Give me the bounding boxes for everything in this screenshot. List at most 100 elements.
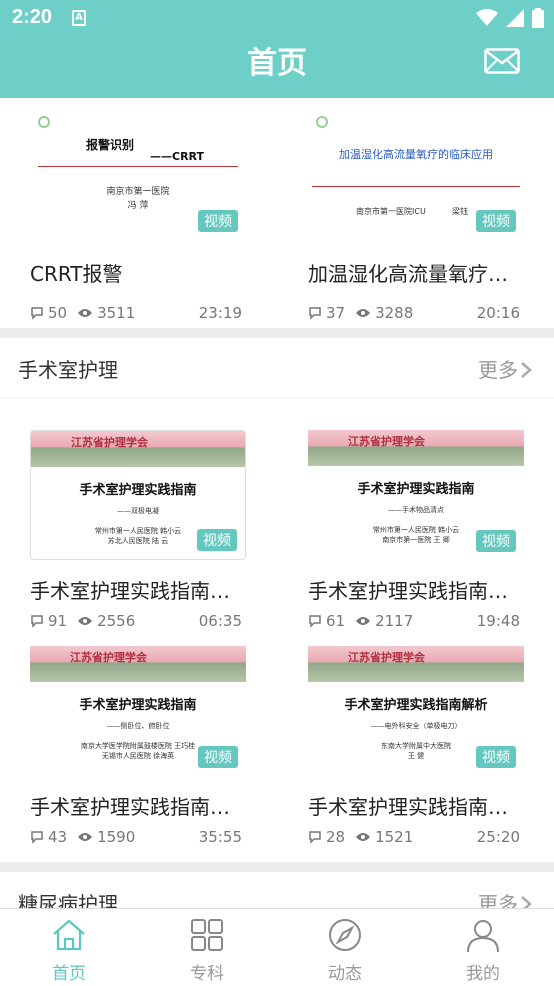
video-title: 手术室护理实践指南… <box>30 795 230 819</box>
status-bar: 2:20 A <box>0 0 554 38</box>
grid-icon <box>191 919 223 951</box>
video-title: CRRT报警 <box>30 262 123 286</box>
video-card[interactable]: 江苏省护理学会 手术室护理实践指南 ——手术物品清点 常州市第一人民医院 韩小云… <box>308 430 548 640</box>
video-duration: 25:20 <box>476 828 520 846</box>
tab-profile[interactable]: 我的 <box>414 909 552 986</box>
video-thumbnail: 江苏省护理学会 手术室护理实践指南解析 ——电外科安全（单极电刀） 东南大学附属… <box>308 646 524 776</box>
more-label: 更多 <box>478 358 518 382</box>
page-title: 首页 <box>247 46 307 81</box>
video-meta: 61 2117 19:48 <box>308 612 520 630</box>
app-notification-icon: A <box>72 10 86 26</box>
tab-label: 专科 <box>190 964 224 984</box>
comment-count: 91 <box>48 612 68 630</box>
status-time: 2:20 <box>12 6 53 28</box>
slide-subtitle: ——手术物品清点 <box>388 506 444 514</box>
bottom-tab-bar: 首页 专科 动态 我的 <box>0 908 554 985</box>
section-title: 糖尿病护理 <box>18 892 118 908</box>
video-card[interactable]: 江苏省护理学会 手术室护理实践指南 ——侧卧位、俯卧位 南京大学医学院附属鼓楼医… <box>30 646 270 856</box>
comment-icon <box>31 615 43 628</box>
section-divider <box>0 328 554 338</box>
system-icons <box>476 8 544 28</box>
video-tag: 视频 <box>197 529 237 551</box>
home-icon <box>53 919 85 951</box>
video-card[interactable]: 江苏省护理学会 手术室护理实践指南 ——双极电凝 常州市第一人民医院 韩小云 苏… <box>30 430 270 640</box>
slide-logo: 江苏省护理学会 <box>348 651 425 664</box>
comment-count: 50 <box>48 304 68 322</box>
slide-logo: 江苏省护理学会 <box>70 651 147 664</box>
view-count: 1590 <box>97 828 136 846</box>
eye-icon <box>78 833 93 841</box>
video-card[interactable]: 江苏省护理学会 手术室护理实践指南解析 ——电外科安全（单极电刀） 东南大学附属… <box>308 646 548 856</box>
tab-home[interactable]: 首页 <box>0 909 138 986</box>
video-meta: 91 2556 06:35 <box>30 612 242 630</box>
eye-icon <box>356 309 371 317</box>
video-duration: 20:16 <box>476 304 520 322</box>
comment-icon <box>31 307 43 320</box>
more-label: 更多 <box>478 892 518 908</box>
video-duration: 06:35 <box>198 612 242 630</box>
video-title: 手术室护理实践指南… <box>30 579 230 603</box>
signal-icon <box>506 9 524 27</box>
video-thumbnail: 江苏省护理学会 手术室护理实践指南 ——手术物品清点 常州市第一人民医院 韩小云… <box>308 430 524 560</box>
battery-icon <box>532 8 544 28</box>
video-meta: 28 1521 25:20 <box>308 828 520 846</box>
video-card[interactable]: 加温湿化高流量氧疗的临床应用 南京市第一医院ICU 梁钰 视频 加温湿化高流量氧… <box>308 110 548 322</box>
slide-title: 手术室护理实践指南 <box>357 482 475 497</box>
comment-icon <box>309 831 321 844</box>
eye-icon <box>356 833 371 841</box>
video-tag: 视频 <box>476 210 516 232</box>
video-thumbnail: 江苏省护理学会 手术室护理实践指南 ——侧卧位、俯卧位 南京大学医学院附属鼓楼医… <box>30 646 246 776</box>
comment-icon <box>309 307 321 320</box>
slide-subtitle: ——双极电凝 <box>117 507 159 515</box>
slide-title: 加温湿化高流量氧疗的临床应用 <box>339 148 493 161</box>
video-tag: 视频 <box>198 210 238 232</box>
chevron-right-icon <box>521 896 532 908</box>
main-content: 报警识别 ——CRRT 南京市第一医院 冯 萍 视频 CRRT报警 50 351… <box>0 98 554 908</box>
slide-logo: 江苏省护理学会 <box>71 436 148 449</box>
video-card[interactable]: 报警识别 ——CRRT 南京市第一医院 冯 萍 视频 CRRT报警 50 351… <box>30 110 270 322</box>
tab-label: 动态 <box>328 964 362 984</box>
chevron-right-icon <box>521 362 532 378</box>
more-link[interactable]: 更多 <box>478 354 532 383</box>
tab-specialty[interactable]: 专科 <box>138 909 276 986</box>
section-header: 糖尿病护理 更多 <box>0 872 554 908</box>
view-count: 3288 <box>375 304 414 322</box>
more-link[interactable]: 更多 <box>478 888 532 908</box>
comment-count: 61 <box>326 612 346 630</box>
eye-icon <box>356 617 371 625</box>
video-duration: 23:19 <box>198 304 242 322</box>
video-meta: 50 3511 23:19 <box>30 304 242 322</box>
video-duration: 35:55 <box>198 828 242 846</box>
video-meta: 43 1590 35:55 <box>30 828 242 846</box>
section-header: 手术室护理 更多 <box>0 338 554 398</box>
slide-subtitle: ——CRRT <box>150 150 205 163</box>
video-tag: 视频 <box>476 530 516 552</box>
section-divider <box>0 862 554 872</box>
tab-label: 我的 <box>466 964 500 984</box>
video-title: 加温湿化高流量氧疗… <box>308 262 508 286</box>
video-thumbnail: 江苏省护理学会 手术室护理实践指南 ——双极电凝 常州市第一人民医院 韩小云 苏… <box>30 430 246 560</box>
comment-icon <box>31 831 43 844</box>
view-count: 3511 <box>97 304 136 322</box>
eye-icon <box>78 617 93 625</box>
slide-org: 南京市第一医院 <box>106 187 170 197</box>
video-thumbnail: 报警识别 ——CRRT 南京市第一医院 冯 萍 视频 <box>30 110 246 240</box>
slide-org: 南京市第一医院ICU <box>356 207 426 216</box>
slide-subtitle: ——侧卧位、俯卧位 <box>106 722 170 730</box>
slide-author: 梁钰 <box>452 207 468 216</box>
tab-feed[interactable]: 动态 <box>276 909 414 986</box>
wifi-icon <box>476 9 498 26</box>
tab-label: 首页 <box>52 964 86 984</box>
app-bar: 首页 <box>0 38 554 98</box>
video-title: 手术室护理实践指南… <box>308 579 508 603</box>
video-tag: 视频 <box>476 746 516 768</box>
mail-icon[interactable] <box>484 48 520 74</box>
video-tag: 视频 <box>198 746 238 768</box>
compass-icon <box>329 919 361 951</box>
video-thumbnail: 加温湿化高流量氧疗的临床应用 南京市第一医院ICU 梁钰 视频 <box>308 110 524 240</box>
eye-icon <box>78 309 93 317</box>
slide-subtitle: ——电外科安全（单极电刀） <box>370 722 462 730</box>
comment-icon <box>309 615 321 628</box>
view-count: 1521 <box>375 828 414 846</box>
slide-title: 手术室护理实践指南解析 <box>344 698 488 713</box>
